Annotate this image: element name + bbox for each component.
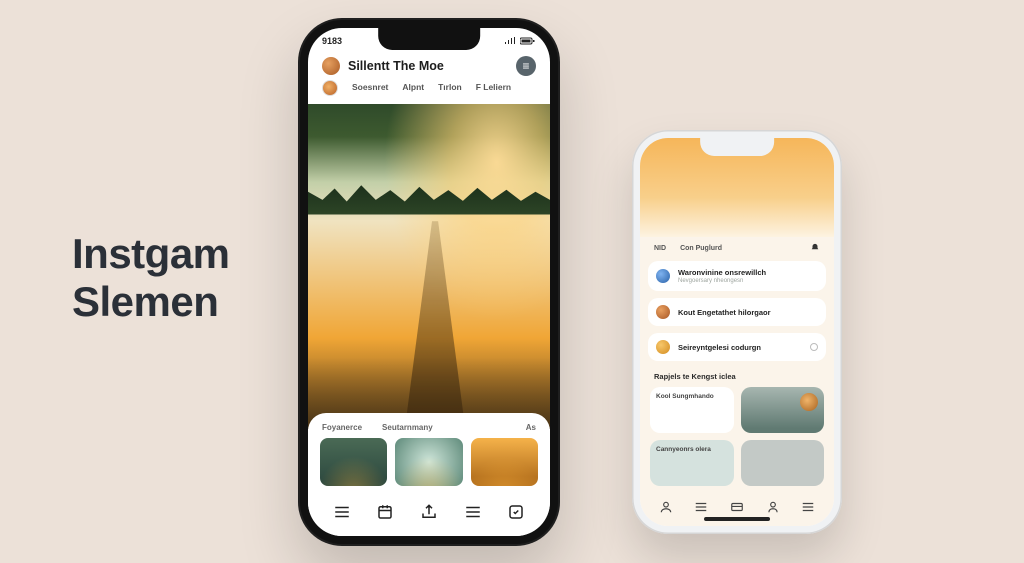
headline-line1: Instgam — [72, 230, 230, 278]
bottom-panel: Foyanerce Seutarnmany As — [308, 413, 550, 536]
tab-1[interactable]: Soesnret — [352, 82, 388, 96]
row-avatar-icon — [656, 340, 670, 354]
tab-3[interactable]: Tırlon — [438, 82, 462, 96]
chevron-icon — [810, 343, 818, 351]
header-menu-button[interactable]: ≡ — [516, 56, 536, 76]
panel-label-1: Foyanerce — [322, 423, 362, 432]
nav-card-icon[interactable] — [730, 500, 744, 519]
row-title: Waronvinine onsrewillch — [678, 268, 766, 277]
headline-line2: Slemen — [72, 278, 230, 326]
breadcrumb-left[interactable]: NID — [654, 245, 666, 252]
notch — [700, 138, 774, 156]
bottom-nav — [320, 492, 538, 536]
hero-image[interactable] — [308, 104, 550, 429]
tile-grid: Kool Sungmhando Cannyeonrs olera — [648, 387, 826, 486]
panel-label-2: Seutarnmany — [382, 423, 433, 432]
row-title: Kout Engetathet hilorgaor — [678, 308, 771, 317]
page-headline: Instgam Slemen — [72, 230, 230, 327]
thumbnail-2[interactable] — [395, 438, 462, 486]
tile-2[interactable] — [741, 387, 825, 433]
phone-primary: 9183 Sillentt The Moe ≡ Soesnret Alpnt T… — [298, 18, 560, 546]
nav-person-icon[interactable] — [659, 500, 673, 519]
app-header: Sillentt The Moe ≡ — [308, 54, 550, 82]
thumbnail-1[interactable] — [320, 438, 387, 486]
row-subtitle: Nevgoersary nheongesn — [678, 278, 766, 284]
tile-4[interactable] — [741, 440, 825, 486]
story-ring[interactable] — [322, 80, 338, 96]
row-avatar-icon — [656, 269, 670, 283]
tab-2[interactable]: Alpnt — [402, 82, 424, 96]
tab-4[interactable]: F Leliern — [476, 82, 511, 96]
tile-avatar-icon — [800, 393, 818, 411]
list-item[interactable]: Waronvinine onsrewillch Nevgoersary nheo… — [648, 261, 826, 291]
panel-label-3: As — [526, 423, 536, 432]
nav-calendar-icon[interactable] — [376, 503, 394, 526]
tile-1[interactable]: Kool Sungmhando — [650, 387, 734, 433]
section-heading: Rapjels te Kengst iclea — [648, 368, 826, 387]
category-tabs: Soesnret Alpnt Tırlon F Leliern — [308, 82, 550, 104]
nav-menu2-icon[interactable] — [464, 503, 482, 526]
signal-icon — [504, 37, 516, 45]
nav-menu-icon[interactable] — [694, 500, 708, 519]
row-avatar-icon — [656, 305, 670, 319]
breadcrumb-right[interactable]: Con Puglurd — [680, 245, 722, 252]
home-indicator — [704, 517, 770, 521]
battery-icon — [520, 37, 536, 45]
status-time: 9183 — [322, 36, 342, 46]
thumbnail-3[interactable] — [471, 438, 538, 486]
phone-secondary: NID Con Puglurd Waronvinine onsrewillch … — [632, 130, 842, 534]
nav-user-icon[interactable] — [766, 500, 780, 519]
nav-menu-icon[interactable] — [333, 503, 351, 526]
breadcrumb: NID Con Puglurd — [648, 237, 826, 261]
avatar[interactable] — [322, 57, 340, 75]
bell-icon[interactable] — [810, 243, 820, 253]
nav-add-icon[interactable] — [801, 500, 815, 519]
list-item[interactable]: Kout Engetathet hilorgaor — [648, 298, 826, 326]
nav-bookmark-icon[interactable] — [507, 503, 525, 526]
nav-share-icon[interactable] — [420, 503, 438, 526]
notch — [378, 28, 480, 50]
app-title: Sillentt The Moe — [348, 59, 508, 73]
list-item[interactable]: Seireyntgelesi codurgn — [648, 333, 826, 361]
tile-3[interactable]: Cannyeonrs olera — [650, 440, 734, 486]
row-title: Seireyntgelesi codurgn — [678, 343, 761, 352]
